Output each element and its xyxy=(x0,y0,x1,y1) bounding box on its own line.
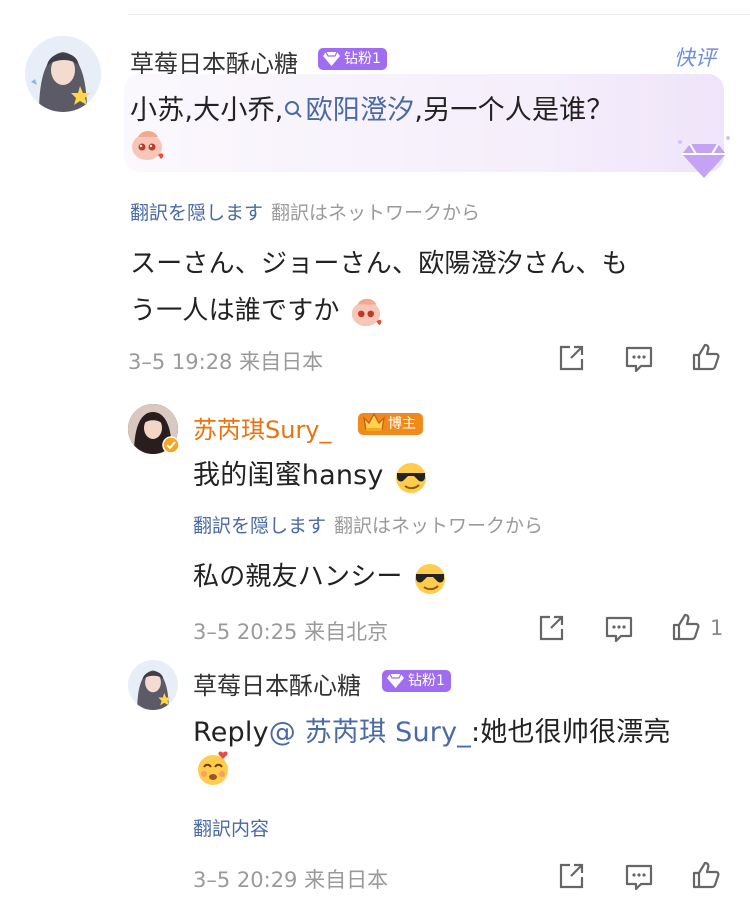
mention-link[interactable]: 欧阳澄汐 xyxy=(284,95,415,126)
translation-text: 私の親友ハンシー xyxy=(193,556,449,596)
quick-review-label[interactable]: 快评 xyxy=(674,42,716,72)
share-icon[interactable] xyxy=(556,861,586,891)
translation-line: スーさん、ジョーさん、欧陽澄汐さん、も xyxy=(130,249,628,279)
username[interactable]: 草莓日本酥心糖 xyxy=(193,666,361,701)
mention-link[interactable]: @ 苏芮琪 Sury_ xyxy=(269,717,471,748)
translation-line-wrap: う一人は誰ですか xyxy=(130,290,628,329)
translation-text: スーさん、ジョーさん、欧陽澄汐さん、も う一人は誰ですか xyxy=(130,243,628,329)
fan-badge[interactable]: 钻粉1 xyxy=(382,670,451,692)
mention-label: 欧阳澄汐 xyxy=(305,95,415,126)
like-count: 1 xyxy=(710,616,724,640)
translation-line: 私の親友ハンシー xyxy=(193,562,403,592)
hide-translation-link[interactable]: 翻訳を隠します xyxy=(130,202,263,224)
reply-text-content: 我的闺蜜hansy xyxy=(193,460,384,491)
sunglasses-emoji-icon xyxy=(415,563,446,594)
comment-text-suffix: ,另一个人是谁？ xyxy=(414,95,614,126)
fan-badge[interactable]: 钻粉1 xyxy=(318,48,387,70)
reply-prefix: Reply xyxy=(193,717,269,748)
badge-label: 博主 xyxy=(388,416,416,432)
translation-source: 翻訳はネットワークから xyxy=(334,515,544,537)
search-icon xyxy=(284,101,302,118)
comment-icon[interactable] xyxy=(623,344,655,374)
share-icon[interactable] xyxy=(536,613,566,643)
comment-icon[interactable] xyxy=(603,614,635,644)
timestamp: 3–5 20:25 来自北京 xyxy=(193,620,389,644)
comment-text-prefix: 小苏,大小乔, xyxy=(130,95,284,126)
love-emoji-icon xyxy=(198,751,228,785)
blogger-badge[interactable]: 博主 xyxy=(358,412,423,435)
divider xyxy=(128,14,750,15)
badge-label: 钻粉1 xyxy=(408,673,445,689)
translation-bar: 翻訳を隠します 翻訳はネットワークから xyxy=(193,511,543,538)
crown-icon xyxy=(363,412,385,431)
translation-source: 翻訳はネットワークから xyxy=(271,202,481,224)
like-icon[interactable] xyxy=(690,341,722,373)
diamond-icon xyxy=(323,51,340,66)
translation-line: う一人は誰ですか xyxy=(130,296,340,326)
translate-content-bar: 翻訳内容 xyxy=(193,814,269,841)
avatar[interactable] xyxy=(128,660,178,710)
avatar[interactable] xyxy=(25,36,101,112)
blush-emoji-icon xyxy=(351,298,382,326)
badge-label: 钻粉1 xyxy=(344,51,381,67)
share-icon[interactable] xyxy=(556,343,586,373)
comment-icon[interactable] xyxy=(623,862,655,892)
blush-emoji-icon xyxy=(132,131,164,160)
username[interactable]: 苏芮琪Sury_ xyxy=(193,410,332,445)
hide-translation-link[interactable]: 翻訳を隠します xyxy=(193,515,326,537)
translation-bar: 翻訳を隠します 翻訳はネットワークから xyxy=(130,198,480,225)
reply-text-content: :她也很帅很漂亮 xyxy=(470,717,671,748)
like-icon[interactable] xyxy=(690,859,722,891)
sunglasses-emoji-icon xyxy=(396,462,427,493)
diamond-icon xyxy=(387,673,404,688)
reply-text: 我的闺蜜hansy xyxy=(193,453,430,495)
reply-text: Reply@ 苏芮琪 Sury_:她也很帅很漂亮 xyxy=(193,710,671,749)
translate-content-link[interactable]: 翻訳内容 xyxy=(193,818,269,840)
timestamp: 3–5 19:28 来自日本 xyxy=(128,350,324,374)
comment-text: 小苏,大小乔, 欧阳澄汐,另一个人是谁？ xyxy=(130,88,614,127)
timestamp: 3–5 20:29 来自日本 xyxy=(193,868,389,892)
diamond-icon xyxy=(678,136,730,178)
verified-icon xyxy=(162,436,180,454)
like-icon[interactable] xyxy=(670,611,702,643)
